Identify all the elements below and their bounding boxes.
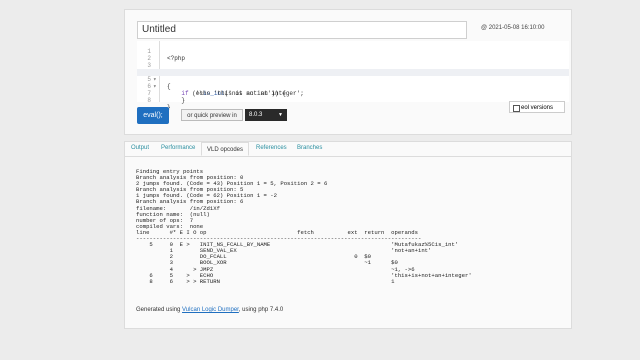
line-number: 8 — [147, 97, 151, 104]
tab-vld-opcodes[interactable]: VLD opcodes — [201, 142, 250, 156]
eol-label: eol versions — [521, 105, 554, 111]
timestamp: @ 2021-05-08 16:10:00 — [481, 25, 545, 31]
code-line[interactable]: 8 } — [137, 90, 569, 111]
tab-output[interactable]: Output — [131, 145, 149, 151]
vld-link[interactable]: Vulcan Logic Dumper — [182, 307, 239, 313]
eval-button[interactable]: eval(); — [137, 107, 169, 124]
editor-panel: Untitled @ 2021-05-08 16:10:00 1 <?php 2… — [124, 9, 572, 135]
title-input[interactable]: Untitled — [137, 21, 467, 39]
generated-note: Generated using Vulcan Logic Dumper, usi… — [136, 307, 283, 313]
code-text: } — [167, 97, 186, 104]
quick-preview-button[interactable]: or quick preview in — [181, 109, 243, 121]
tab-references[interactable]: References — [256, 145, 287, 151]
code-line[interactable]: 4 ▾ { — [137, 62, 569, 90]
tab-performance[interactable]: Performance — [161, 145, 195, 151]
eol-versions-toggle[interactable]: eol versions — [509, 101, 565, 113]
chevron-down-icon: ▼ — [278, 112, 283, 118]
code-line[interactable]: 3 namespace Mutafukaz — [137, 55, 569, 76]
php-version-value: 8.0.3 — [249, 112, 263, 118]
output-tabs: Output Performance VLD opcodes Reference… — [125, 142, 571, 157]
code-line[interactable]: 7 } — [137, 83, 569, 104]
code-line[interactable]: 6 echo 'this is not an integer'; — [137, 76, 569, 97]
code-line[interactable]: 1 <?php — [137, 41, 569, 62]
php-version-select[interactable]: 8.0.3 ▼ — [245, 109, 287, 121]
code-editor[interactable]: 1 <?php 2 3 namespace Mutafukaz 4 ▾ { 5 … — [137, 41, 569, 111]
footer-suffix: , using php 7.4.0 — [238, 307, 284, 313]
code-line-active[interactable]: 5 ▾ if (!\is_int('not an int')) { — [137, 69, 569, 97]
output-panel: Output Performance VLD opcodes Reference… — [124, 141, 572, 329]
eol-checkbox[interactable] — [513, 105, 520, 112]
code-line[interactable]: 2 — [137, 48, 569, 62]
tab-branches[interactable]: Branches — [297, 145, 322, 151]
footer-prefix: Generated using — [136, 307, 183, 313]
vld-opcode-dump: Finding entry points Branch analysis fro… — [136, 168, 472, 285]
